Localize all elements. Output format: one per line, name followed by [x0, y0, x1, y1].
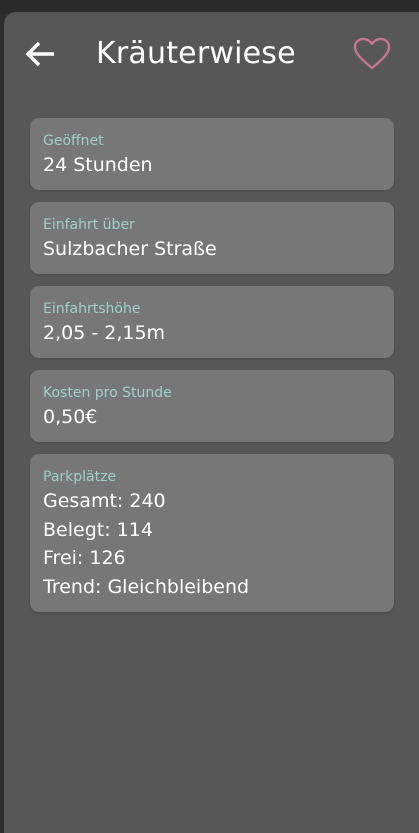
- entrance-height-card: Einfahrtshöhe 2,05 - 2,15m: [30, 286, 394, 358]
- free-spaces: Frei: 126: [43, 547, 126, 569]
- cost-card: Kosten pro Stunde 0,50€: [30, 370, 394, 442]
- parking-spaces-card: Parkplätze Gesamt: 240 Belegt: 114 Frei:…: [30, 454, 394, 612]
- total-spaces: Gesamt: 240: [43, 490, 166, 512]
- arrow-left-icon: [25, 41, 54, 67]
- heart-outline-icon: [353, 37, 391, 70]
- card-label: Einfahrtshöhe: [43, 301, 141, 317]
- card-value: 0,50€: [43, 406, 98, 428]
- card-label: Parkplätze: [43, 469, 117, 485]
- detail-sheet: Kräuterwiese Geöffnet 24 Stunden Einfahr…: [4, 12, 419, 833]
- card-value: 24 Stunden: [43, 154, 153, 176]
- favorite-button[interactable]: [350, 34, 394, 74]
- app-header: Kräuterwiese: [4, 12, 419, 98]
- card-value: Sulzbacher Straße: [43, 238, 217, 260]
- opening-hours-card: Geöffnet 24 Stunden: [30, 118, 394, 190]
- card-label: Kosten pro Stunde: [43, 385, 172, 401]
- occupied-spaces: Belegt: 114: [43, 518, 153, 541]
- card-value: 2,05 - 2,15m: [43, 322, 166, 344]
- info-cards: Geöffnet 24 Stunden Einfahrt über Sulzba…: [30, 118, 394, 624]
- entrance-card: Einfahrt über Sulzbacher Straße: [30, 202, 394, 274]
- card-label: Geöffnet: [43, 133, 104, 149]
- page-title: Kräuterwiese: [96, 36, 296, 71]
- trend: Trend: Gleichbleibend: [43, 575, 250, 598]
- back-button[interactable]: [20, 34, 60, 74]
- card-label: Einfahrt über: [43, 217, 135, 233]
